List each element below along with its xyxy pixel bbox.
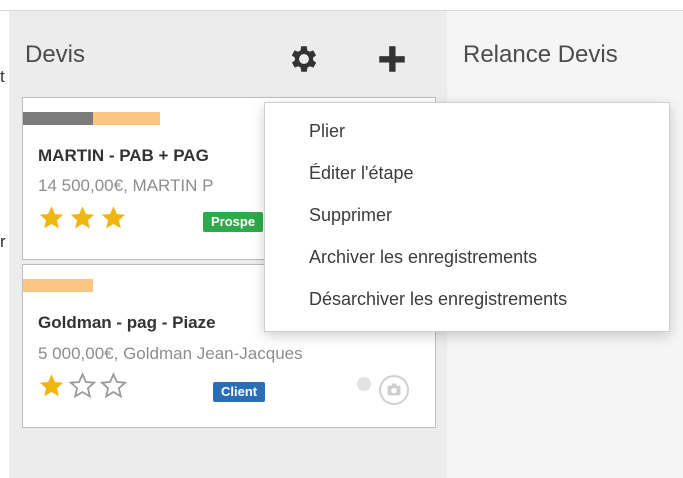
star-filled-icon[interactable]: [38, 372, 65, 399]
camera-icon: [387, 383, 401, 396]
left-text-fragment: t: [0, 67, 5, 86]
star-filled-icon[interactable]: [69, 204, 96, 231]
star-filled-icon[interactable]: [38, 204, 65, 231]
menu-item-archiver[interactable]: Archiver les enregistrements: [309, 247, 537, 268]
menu-item-supprimer[interactable]: Supprimer: [309, 205, 392, 226]
menu-item-desarchiver[interactable]: Désarchiver les enregistrements: [309, 289, 567, 310]
status-badge: Client: [213, 382, 266, 402]
menu-item-plier[interactable]: Plier: [309, 121, 345, 142]
card-title: Goldman - pag - Piaze: [38, 313, 216, 332]
color-tag: [23, 112, 93, 125]
column-title-devis: Devis: [25, 41, 86, 68]
card-subtitle: 14 500,00€, MARTIN P: [38, 176, 214, 195]
plus-icon[interactable]: [375, 42, 409, 76]
star-rating[interactable]: [38, 372, 127, 399]
left-text-fragment: r: [0, 232, 6, 251]
status-dot: [357, 377, 371, 391]
column-title-relance-devis: Relance Devis: [463, 41, 618, 68]
menu-item-editer-etape[interactable]: Éditer l'étape: [309, 163, 414, 184]
card-subtitle: 5 000,00€, Goldman Jean-Jacques: [38, 344, 303, 363]
gear-icon[interactable]: [287, 42, 321, 76]
star-empty-icon[interactable]: [69, 372, 96, 399]
star-empty-icon[interactable]: [100, 372, 127, 399]
star-rating[interactable]: [38, 204, 127, 231]
color-tag: [93, 112, 160, 125]
color-tag: [23, 279, 93, 292]
status-badge: Prospe: [203, 212, 264, 232]
column-dropdown-menu: Plier Éditer l'étape Supprimer Archiver …: [264, 102, 670, 332]
card-title: MARTIN - PAB + PAG: [38, 146, 209, 165]
avatar[interactable]: [379, 375, 409, 405]
star-filled-icon[interactable]: [100, 204, 127, 231]
